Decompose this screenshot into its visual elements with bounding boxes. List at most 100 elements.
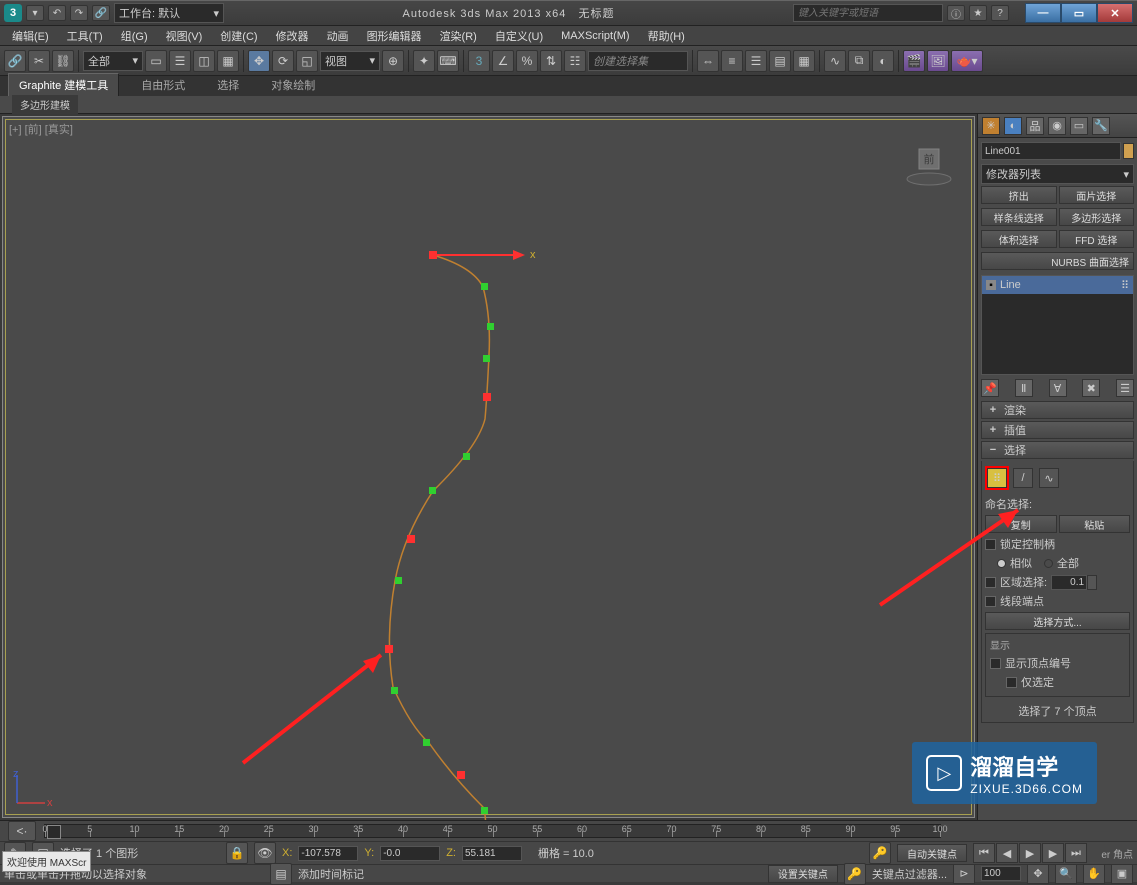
pivot-icon[interactable]: ⊕ xyxy=(382,50,404,72)
tab-paint[interactable]: 对象绘制 xyxy=(261,74,325,96)
bind-icon[interactable]: ⛓ xyxy=(52,50,74,72)
spline-subobj-icon[interactable]: ∿ xyxy=(1039,468,1059,488)
ribbon-icon[interactable]: ▦ xyxy=(793,50,815,72)
similar-radio[interactable] xyxy=(997,559,1006,568)
remove-mod-icon[interactable]: ✖ xyxy=(1082,379,1100,397)
configure-icon[interactable]: ☰ xyxy=(1116,379,1134,397)
help-icon[interactable]: ? xyxy=(991,5,1009,21)
manipulate-icon[interactable]: ✦ xyxy=(413,50,435,72)
time-config-icon[interactable]: <· xyxy=(8,821,36,841)
modifier-stack[interactable]: ▪ Line ⠿ xyxy=(981,275,1134,375)
rollout-select[interactable]: −选择 xyxy=(981,441,1134,459)
scale-icon[interactable]: ◱ xyxy=(296,50,318,72)
vertex-selected[interactable] xyxy=(429,251,437,259)
pin-stack-icon[interactable]: 📌 xyxy=(981,379,999,397)
spinner-snap-icon[interactable]: ⇅ xyxy=(540,50,562,72)
isolate-icon[interactable]: 👁 xyxy=(254,842,276,864)
schematic-icon[interactable]: ⧉ xyxy=(848,50,870,72)
utilities-tab-icon[interactable]: 🔧 xyxy=(1092,117,1110,135)
ffd-select-button[interactable]: FFD 选择 xyxy=(1059,230,1135,248)
lock-handles-check[interactable] xyxy=(985,539,996,550)
object-color-swatch[interactable] xyxy=(1123,143,1134,159)
menu-create[interactable]: 创建(C) xyxy=(212,26,265,46)
render-setup-icon[interactable]: 🎬 xyxy=(903,50,925,72)
vertex[interactable] xyxy=(483,355,490,362)
menu-maxscript[interactable]: MAXScript(M) xyxy=(553,28,637,44)
vertex[interactable] xyxy=(429,487,436,494)
vertex-selected[interactable] xyxy=(385,645,393,653)
vol-select-button[interactable]: 体积选择 xyxy=(981,230,1057,248)
seg-end-check[interactable] xyxy=(985,596,996,607)
render-production-icon[interactable]: 🫖▾ xyxy=(951,50,983,72)
menu-help[interactable]: 帮助(H) xyxy=(640,26,693,46)
create-tab-icon[interactable]: ✳ xyxy=(982,117,1000,135)
menu-modifiers[interactable]: 修改器 xyxy=(268,26,317,46)
menu-render[interactable]: 渲染(R) xyxy=(432,26,485,46)
rotate-icon[interactable]: ⟳ xyxy=(272,50,294,72)
selection-filter[interactable]: 全部▾ xyxy=(83,51,143,71)
poly-select-button[interactable]: 多边形选择 xyxy=(1059,208,1135,226)
unique-icon[interactable]: ∀ xyxy=(1049,379,1067,397)
reference-coord[interactable]: 视图▾ xyxy=(320,51,380,71)
move-icon[interactable]: ✥ xyxy=(248,50,270,72)
rendered-frame-icon[interactable]: 🖼 xyxy=(927,50,949,72)
z-input[interactable] xyxy=(462,846,522,861)
auto-key-button[interactable]: 自动关键点 xyxy=(897,844,967,862)
nurbs-button[interactable]: NURBS 曲面选择 xyxy=(981,252,1134,270)
menu-edit[interactable]: 编辑(E) xyxy=(4,26,57,46)
vertex-selected[interactable] xyxy=(483,393,491,401)
expand-icon[interactable]: ▪ xyxy=(986,280,996,290)
menu-view[interactable]: 视图(V) xyxy=(158,26,211,46)
vertex[interactable] xyxy=(481,807,488,814)
unlink-icon[interactable]: ✂ xyxy=(28,50,50,72)
maximize-button[interactable]: ▭ xyxy=(1061,3,1097,23)
layers-icon[interactable]: ☰ xyxy=(745,50,767,72)
snap-3-icon[interactable]: 3 xyxy=(468,50,490,72)
object-name-input[interactable] xyxy=(981,142,1121,160)
y-input[interactable] xyxy=(380,846,440,861)
paste-button[interactable]: 粘贴 xyxy=(1059,515,1131,533)
undo-icon[interactable]: ↶ xyxy=(48,5,66,21)
link-icon[interactable]: 🔗 xyxy=(4,50,26,72)
viewport[interactable]: [+] [前] [真实] 前 x xyxy=(2,116,975,818)
vertex[interactable] xyxy=(423,739,430,746)
curve-editor-icon[interactable]: ∿ xyxy=(824,50,846,72)
search-input[interactable] xyxy=(793,4,943,22)
snap-percent-icon[interactable]: % xyxy=(516,50,538,72)
hierarchy-tab-icon[interactable]: 品 xyxy=(1026,117,1044,135)
infocenter-icon[interactable]: ⓘ xyxy=(947,5,965,21)
key-mode-icon[interactable]: 🔑 xyxy=(869,842,891,864)
star-icon[interactable]: ★ xyxy=(969,5,987,21)
vertex[interactable] xyxy=(481,283,488,290)
play-icon[interactable]: ▶ xyxy=(1019,843,1041,863)
timeline-track[interactable]: 0510152025303540455055606570758085909510… xyxy=(44,824,941,838)
goto-start-icon[interactable]: ⏮ xyxy=(973,843,995,863)
region-check[interactable] xyxy=(985,577,996,588)
stack-item-line[interactable]: ▪ Line ⠿ xyxy=(982,276,1133,294)
rollout-render[interactable]: +渲染 xyxy=(981,401,1134,419)
sel-only-check[interactable] xyxy=(1006,677,1017,688)
timeline[interactable]: <· 0510152025303540455055606570758085909… xyxy=(0,821,1137,842)
spline-select-button[interactable]: 样条线选择 xyxy=(981,208,1057,226)
menu-custom[interactable]: 自定义(U) xyxy=(487,26,551,46)
x-input[interactable] xyxy=(298,846,358,861)
link-icon[interactable]: 🔗 xyxy=(92,5,110,21)
new-icon[interactable]: ▾ xyxy=(26,5,44,21)
motion-tab-icon[interactable]: ◉ xyxy=(1048,117,1066,135)
vertex[interactable] xyxy=(395,577,402,584)
rollout-interp[interactable]: +插值 xyxy=(981,421,1134,439)
time-slider[interactable] xyxy=(47,825,61,839)
vertex-selected[interactable] xyxy=(457,771,465,779)
mirror-icon[interactable]: ⇔ xyxy=(697,50,719,72)
align-icon[interactable]: ≡ xyxy=(721,50,743,72)
menu-graph[interactable]: 图形编辑器 xyxy=(359,26,430,46)
show-vtx-check[interactable] xyxy=(990,658,1001,669)
modify-tab-icon[interactable]: ◐ xyxy=(1004,117,1022,135)
menu-group[interactable]: 组(G) xyxy=(113,26,156,46)
copy-button[interactable]: 复制 xyxy=(985,515,1057,533)
named-selection-set[interactable]: 创建选择集 xyxy=(588,51,688,71)
window-crossing-icon[interactable]: ▦ xyxy=(217,50,239,72)
goto-end-icon[interactable]: ⏭ xyxy=(1065,843,1087,863)
layer-manager-icon[interactable]: ▤ xyxy=(769,50,791,72)
material-editor-icon[interactable]: ◐ xyxy=(872,50,894,72)
